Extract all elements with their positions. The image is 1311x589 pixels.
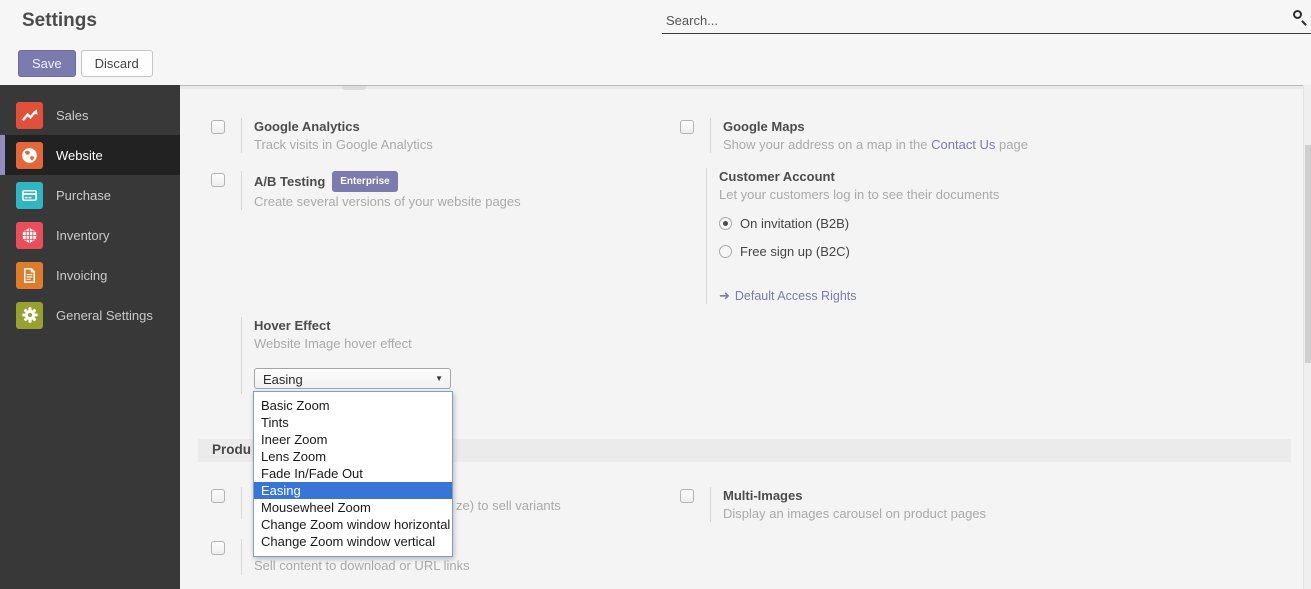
setting-row-google-analytics: Google Analytics Track visits in Google …	[211, 118, 433, 153]
dropdown-option[interactable]: Lens Zoom	[254, 448, 452, 465]
setting-desc: Display an images carousel on product pa…	[723, 505, 986, 522]
radio-label: Free sign up (B2C)	[740, 244, 850, 259]
sidebar-item-website[interactable]: Website	[0, 135, 180, 175]
arrow-right-icon: ➜	[719, 288, 730, 304]
sidebar-item-label: Purchase	[56, 188, 111, 203]
sales-icon	[16, 102, 43, 129]
setting-title: Google Maps	[723, 118, 1028, 135]
selected-value: Easing	[263, 372, 303, 387]
search-icon[interactable]	[1291, 9, 1309, 27]
setting-desc: Create several versions of your website …	[254, 193, 521, 210]
chevron-down-icon: ▼	[435, 374, 443, 383]
sidebar-item-inventory[interactable]: Inventory	[0, 215, 180, 255]
setting-block-customer-account: Customer Account Let your customers log …	[706, 168, 1126, 304]
setting-desc: Let your customers log in to see their d…	[719, 186, 1126, 203]
ab-testing-checkbox[interactable]	[211, 173, 225, 187]
save-button[interactable]: Save	[18, 50, 76, 77]
sidebar-item-label: Sales	[56, 108, 89, 123]
setting-row-google-maps: Google Maps Show your address on a map i…	[680, 118, 1028, 153]
radio-row-b2c: Free sign up (B2C)	[719, 244, 1126, 259]
radio-label: On invitation (B2B)	[740, 216, 849, 231]
dropdown-option[interactable]: Change Zoom window vertical	[254, 533, 452, 550]
dropdown-option[interactable]: Basic Zoom	[254, 397, 452, 414]
variants-checkbox[interactable]	[211, 489, 225, 503]
default-access-rights-link[interactable]: ➜ Default Access Rights	[719, 288, 1126, 304]
purchase-icon	[16, 182, 43, 209]
general-settings-icon	[16, 302, 43, 329]
setting-title: Google Analytics	[254, 118, 433, 135]
setting-desc: Track visits in Google Analytics	[254, 136, 433, 153]
sidebar-item-sales[interactable]: Sales	[0, 95, 180, 135]
dropdown-option[interactable]: Fade In/Fade Out	[254, 465, 452, 482]
sidebar-item-label: Website	[56, 148, 103, 163]
radio-row-b2b: On invitation (B2B)	[719, 216, 1126, 231]
page-title: Settings	[22, 10, 97, 32]
scrolled-select-remnant	[342, 86, 366, 90]
setting-title: Multi-Images	[723, 487, 986, 504]
google-maps-checkbox[interactable]	[680, 120, 694, 134]
hover-effect-select[interactable]: Easing ▼	[254, 368, 451, 389]
setting-title: Hover Effect	[254, 317, 601, 334]
app-sidebar: Sales Website Purchase Inventory Invoici…	[0, 85, 180, 589]
discard-button[interactable]: Discard	[81, 50, 153, 77]
header-buttons: Save Discard	[18, 50, 153, 77]
setting-desc: Show your address on a map in the Contac…	[723, 136, 1028, 153]
free-signup-radio[interactable]	[719, 245, 732, 258]
sidebar-item-label: General Settings	[56, 308, 153, 323]
inventory-icon	[16, 222, 43, 249]
multi-images-checkbox[interactable]	[680, 489, 694, 503]
dropdown-option[interactable]: Tints	[254, 414, 452, 431]
sidebar-item-invoicing[interactable]: Invoicing	[0, 255, 180, 295]
website-icon	[16, 142, 43, 169]
variants-desc-fragment: ze) to sell variants	[456, 498, 561, 513]
dropdown-option[interactable]: Change Zoom window horizontal	[254, 516, 452, 533]
enterprise-badge: Enterprise	[332, 171, 397, 192]
google-analytics-checkbox[interactable]	[211, 120, 225, 134]
settings-content: Google Analytics Track visits in Google …	[180, 85, 1311, 589]
sidebar-item-purchase[interactable]: Purchase	[0, 175, 180, 215]
setting-desc: Website Image hover effect	[254, 335, 601, 352]
setting-title: A/B Testing	[254, 173, 325, 190]
hover-effect-dropdown-list: Basic Zoom Tints Ineer Zoom Lens Zoom Fa…	[253, 391, 453, 557]
top-header: Settings Save Discard	[0, 0, 1311, 85]
sidebar-item-general-settings[interactable]: General Settings	[0, 295, 180, 335]
contact-us-link[interactable]: Contact Us	[931, 137, 995, 152]
on-invitation-radio[interactable]	[719, 217, 732, 230]
setting-row-ab-testing: A/B Testing Enterprise Create several ve…	[211, 171, 521, 210]
sidebar-item-label: Inventory	[56, 228, 109, 243]
scrollbar-thumb[interactable]	[1305, 145, 1311, 363]
dropdown-option[interactable]: Mousewheel Zoom	[254, 499, 452, 516]
invoicing-icon	[16, 262, 43, 289]
setting-block-hover-effect: Hover Effect Website Image hover effect …	[241, 317, 601, 394]
sidebar-item-label: Invoicing	[56, 268, 107, 283]
setting-title: Customer Account	[719, 168, 1126, 185]
setting-row-multi-images: Multi-Images Display an images carousel …	[680, 487, 986, 522]
dropdown-option-selected[interactable]: Easing	[254, 482, 452, 499]
dropdown-option[interactable]: Ineer Zoom	[254, 431, 452, 448]
setting-desc: Sell content to download or URL links	[254, 557, 470, 574]
setting-row-variants	[211, 487, 254, 519]
search-bar[interactable]	[662, 6, 1311, 34]
digital-content-checkbox[interactable]	[211, 541, 225, 555]
search-input[interactable]	[666, 10, 1256, 30]
section-heading: Produ	[212, 442, 251, 457]
vertical-scrollbar[interactable]	[1303, 85, 1311, 589]
